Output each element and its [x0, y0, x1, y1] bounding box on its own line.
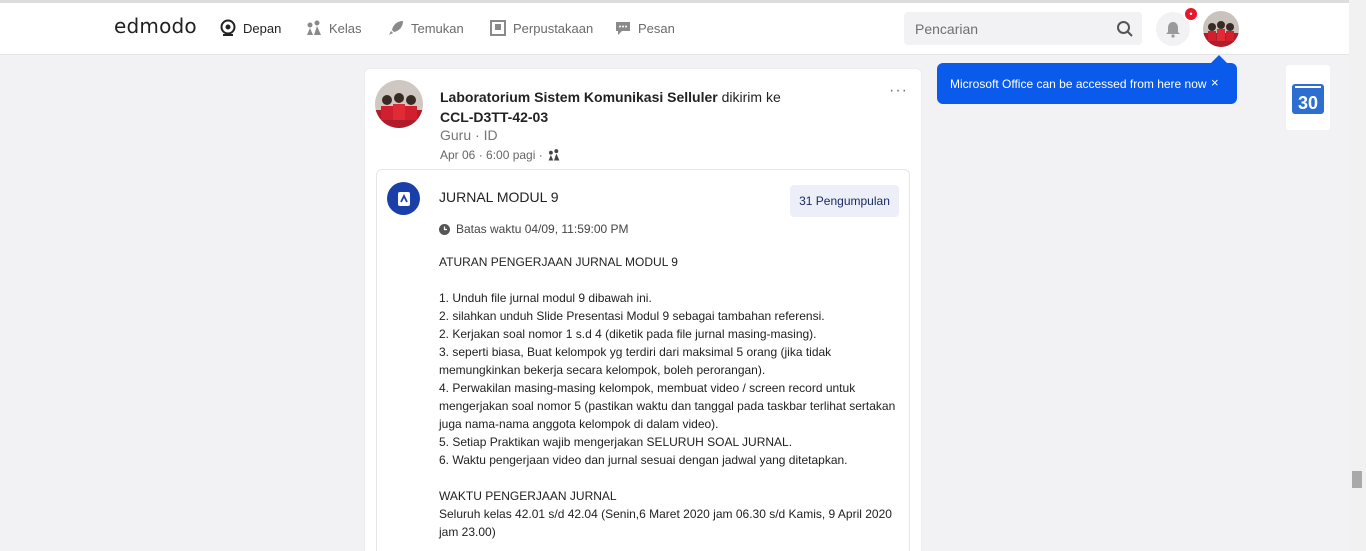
description-line: 2. silahkan unduh Slide Presentasi Modul…: [439, 309, 825, 323]
message-icon: [616, 22, 630, 35]
nav-item-label: Depan: [243, 20, 282, 36]
due-date: Batas waktu 04/09, 11:59:00 PM: [439, 222, 629, 236]
calendar-icon[interactable]: 30: [1292, 82, 1324, 114]
nav-item-label: Kelas: [329, 20, 362, 36]
notification-badge: •: [1183, 6, 1199, 22]
description-line: [439, 271, 904, 289]
nav-item-perpustakaan[interactable]: Perpustakaan: [489, 17, 593, 39]
group-name[interactable]: CCL-D3TT-42-03: [440, 109, 548, 125]
office-toast: Microsoft Office can be accessed from he…: [937, 63, 1237, 104]
avatar-photo: [1203, 11, 1239, 47]
bell-icon: [1166, 22, 1180, 38]
search-bar: [904, 12, 1142, 45]
nav-item-kelas[interactable]: Kelas: [305, 17, 362, 39]
clock-icon: [439, 223, 450, 235]
post-meta: Apr 06 · 6:00 pagi ·: [440, 148, 561, 162]
submissions-button[interactable]: 31 Pengumpulan: [790, 185, 899, 217]
description-line: 2. Kerjakan soal nomor 1 s.d 4 (diketik …: [439, 327, 817, 341]
nav-item-label: Perpustakaan: [513, 20, 594, 36]
sent-to-label: dikirim ke: [717, 89, 781, 105]
more-options-button[interactable]: ···: [889, 82, 908, 100]
scrollbar-thumb[interactable]: [1352, 471, 1362, 488]
due-date-text: Batas waktu 04/09, 11:59:00 PM: [456, 222, 629, 236]
assignment-icon: [387, 182, 420, 215]
assignment-description: ATURAN PENGERJAAN JURNAL MODUL 9 1. Undu…: [439, 253, 904, 541]
assignment-title[interactable]: JURNAL MODUL 9: [439, 189, 559, 205]
home-icon: [220, 19, 236, 36]
toast-close-button[interactable]: ×: [1211, 75, 1219, 90]
description-line: 6. Waktu pengerjaan video dan jurnal ses…: [439, 453, 848, 467]
toast-message: Microsoft Office can be accessed from he…: [950, 76, 1207, 91]
library-icon: [490, 20, 506, 36]
description-line: 4. Perwakilan masing-masing kelompok, me…: [439, 381, 896, 431]
edmodo-logo[interactable]: edmodo: [114, 14, 197, 38]
nav-item-label: Temukan: [411, 20, 464, 36]
description-line: WAKTU PENGERJAAN JURNAL: [439, 489, 617, 503]
classes-icon: [307, 20, 321, 35]
sender-avatar[interactable]: [375, 80, 423, 128]
nav-item-temukan[interactable]: Temukan: [387, 17, 464, 39]
avatar-photo: [375, 80, 423, 128]
nav-item-label: Pesan: [638, 20, 675, 36]
sender-name[interactable]: Laboratorium Sistem Komunikasi Selluler: [440, 89, 718, 105]
post-header: Laboratorium Sistem Komunikasi Selluler …: [440, 87, 840, 127]
description-line: 5. Setiap Praktikan wajib mengerjakan SE…: [439, 435, 793, 449]
user-avatar[interactable]: [1203, 11, 1239, 47]
classes-icon: [548, 149, 560, 161]
post-date: Apr 06 · 6:00 pagi ·: [440, 148, 543, 162]
nav-item-depan[interactable]: Depan: [219, 17, 281, 39]
search-input[interactable]: [904, 12, 1114, 45]
page-scrollbar[interactable]: [1349, 0, 1366, 551]
search-icon[interactable]: [1116, 20, 1134, 38]
description-line: 1. Unduh file jurnal modul 9 dibawah ini…: [439, 291, 652, 305]
description-line: [439, 469, 904, 487]
nav-item-pesan[interactable]: Pesan: [614, 17, 675, 39]
sender-role: Guru · ID: [440, 127, 498, 143]
calendar-day: 30: [1298, 93, 1318, 113]
description-line: 3. seperti biasa, Buat kelompok yg terdi…: [439, 345, 832, 377]
description-line: ATURAN PENGERJAAN JURNAL MODUL 9: [439, 255, 678, 269]
description-line: Seluruh kelas 42.01 s/d 42.04 (Senin,6 M…: [439, 507, 892, 539]
rocket-icon: [389, 21, 403, 35]
assignment-glyph: [397, 191, 410, 206]
